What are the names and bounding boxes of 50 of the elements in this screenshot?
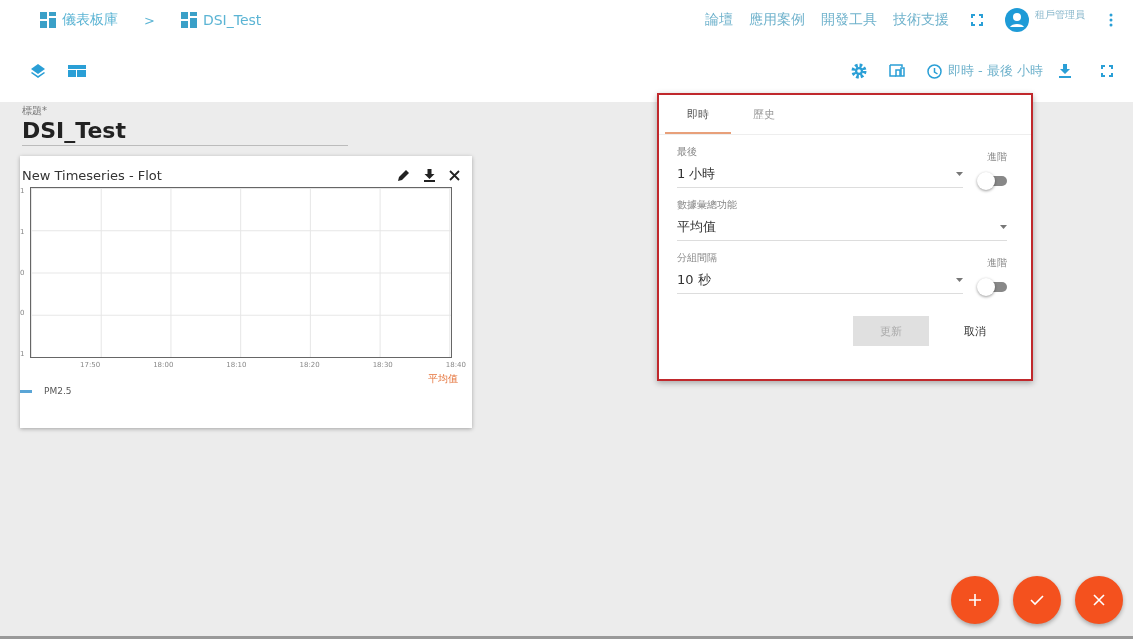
nav-link[interactable]: 開發工具 (821, 11, 877, 29)
select-field[interactable]: 1 小時 (677, 159, 963, 187)
dashboard-icon (180, 12, 197, 28)
field-label: 分組間隔 (677, 251, 718, 265)
fullscreen-icon[interactable] (1101, 64, 1113, 77)
dropdown-caret-icon (956, 278, 963, 282)
layers-icon[interactable] (30, 63, 46, 79)
field-label: 最後 (677, 145, 698, 159)
breadcrumb-link[interactable]: DSI_Test (202, 12, 262, 28)
edit-icon[interactable] (397, 169, 410, 182)
field-label: 數據彙總功能 (677, 198, 738, 212)
select-field[interactable]: 平均值 (677, 212, 1007, 240)
dropdown-caret-icon (1000, 225, 1007, 229)
title-field[interactable]: DSI_Test (22, 118, 348, 146)
tab[interactable]: 歷史 (731, 95, 797, 134)
nav-link[interactable]: 論壇 (705, 11, 733, 29)
plus-button[interactable] (951, 576, 999, 624)
plus-icon (968, 593, 982, 607)
toggle-switch[interactable] (977, 174, 1007, 188)
aggregation-label: 平均值 (428, 372, 458, 386)
breadcrumb-link[interactable]: 儀表板庫 (62, 11, 118, 29)
title-label: 標題* (22, 104, 47, 118)
toggle-label: 進階 (987, 150, 1007, 164)
more-menu-icon[interactable] (1109, 13, 1113, 27)
nav-link[interactable]: 技術支援 (893, 11, 949, 29)
close-icon (1092, 593, 1106, 607)
settings-icon[interactable] (850, 63, 867, 79)
devices-icon[interactable] (888, 64, 905, 78)
fullscreen-icon[interactable] (971, 13, 983, 26)
user-role: 租戶管理員 (1035, 8, 1085, 22)
download-icon[interactable] (424, 169, 435, 182)
toggle-switch[interactable] (977, 280, 1007, 294)
check-icon (1030, 593, 1044, 607)
close-icon[interactable] (449, 170, 460, 181)
widget-title: New Timeseries - Flot (22, 168, 163, 183)
select-field[interactable]: 10 秒 (677, 265, 963, 293)
close-button[interactable] (1075, 576, 1123, 624)
legend-label: PM2.5 (44, 386, 72, 396)
clock-icon (926, 63, 942, 79)
timewindow-button[interactable]: 即時 - 最後 小時 (947, 62, 1043, 80)
user-avatar-icon[interactable] (1005, 8, 1029, 32)
breadcrumb-separator: > (144, 12, 155, 28)
toggle-label: 進階 (987, 256, 1007, 270)
dialog-button[interactable]: 取消 (937, 316, 1013, 346)
tab[interactable]: 即時 (665, 95, 731, 134)
nav-link[interactable]: 應用案例 (749, 11, 805, 29)
dropdown-caret-icon (956, 172, 963, 176)
dashboard-icon (40, 12, 56, 28)
layout-icon[interactable] (68, 65, 86, 77)
check-button[interactable] (1013, 576, 1061, 624)
